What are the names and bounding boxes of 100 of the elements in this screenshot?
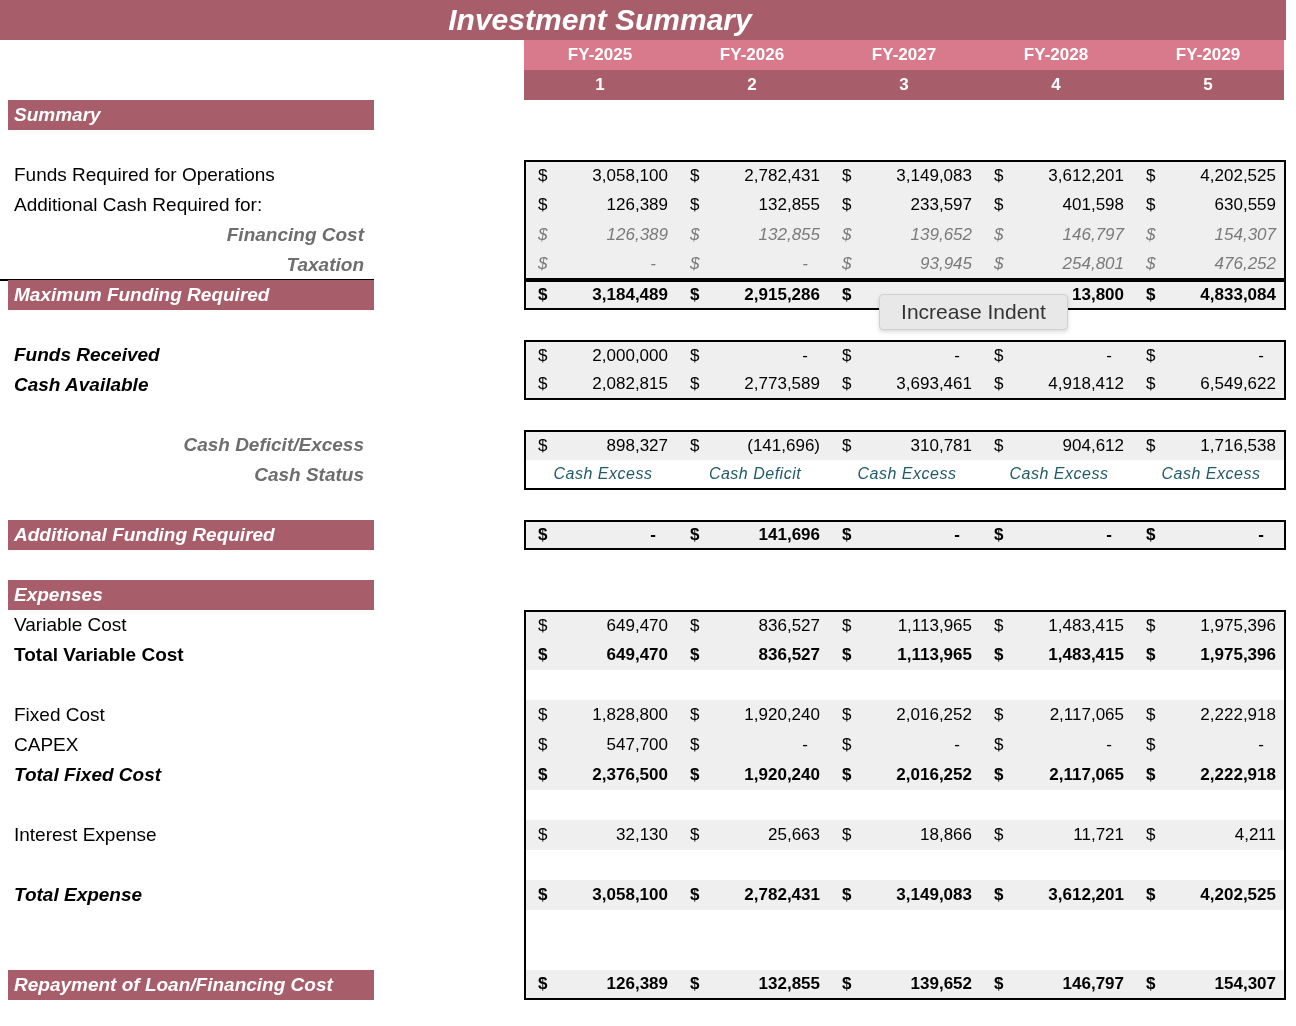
currency-sign: $ (1146, 645, 1156, 665)
amount: 2,117,065 (1049, 765, 1124, 785)
amount: 154,307 (1214, 974, 1276, 994)
currency-sign: $ (994, 735, 1004, 755)
currency-sign: $ (842, 436, 852, 456)
amount: 146,797 (1062, 974, 1124, 994)
cash-status: Cash Excess (1161, 465, 1261, 483)
currency-sign: $ (1146, 525, 1156, 545)
amount: 3,693,461 (896, 374, 972, 394)
amount: 6,549,622 (1200, 374, 1276, 394)
amount: - (1106, 735, 1113, 755)
currency-sign: $ (690, 825, 700, 845)
currency-sign: $ (538, 735, 548, 755)
row-label: Cash Available (13, 373, 150, 397)
amount: 25,663 (768, 825, 820, 845)
currency-sign: $ (538, 825, 548, 845)
currency-sign: $ (690, 254, 700, 274)
currency-sign: $ (690, 436, 700, 456)
row-label: Funds Received (13, 343, 161, 367)
currency-sign: $ (690, 346, 700, 366)
currency-sign: $ (1146, 616, 1156, 636)
row-label: Fixed Cost (13, 703, 106, 727)
amount: 13,800 (1072, 285, 1124, 305)
currency-sign: $ (842, 166, 852, 186)
amount: 126,389 (606, 225, 668, 245)
currency-sign: $ (690, 285, 700, 305)
cash-status: Cash Excess (1009, 465, 1109, 483)
currency-sign: $ (1146, 254, 1156, 274)
currency-sign: $ (1146, 436, 1156, 456)
amount: 4,833,084 (1200, 285, 1276, 305)
amount: 1,113,965 (897, 616, 972, 636)
currency-sign: $ (842, 616, 852, 636)
tooltip: Increase Indent (879, 294, 1068, 330)
currency-sign: $ (994, 436, 1004, 456)
amount: 132,855 (758, 195, 820, 215)
currency-sign: $ (538, 285, 548, 305)
currency-sign: $ (1146, 735, 1156, 755)
amount: (141,696) (747, 436, 820, 456)
currency-sign: $ (842, 645, 852, 665)
amount: 32,130 (616, 825, 668, 845)
currency-sign: $ (842, 974, 852, 994)
amount: - (1106, 525, 1113, 545)
currency-sign: $ (842, 195, 852, 215)
amount: - (954, 525, 961, 545)
cash-status: Cash Excess (857, 465, 957, 483)
currency-sign: $ (994, 616, 1004, 636)
currency-sign: $ (538, 974, 548, 994)
currency-sign: $ (994, 705, 1004, 725)
currency-sign: $ (538, 254, 548, 274)
amount: 1,716,538 (1200, 436, 1276, 456)
currency-sign: $ (538, 705, 548, 725)
currency-sign: $ (538, 195, 548, 215)
amount: 4,202,525 (1200, 166, 1276, 186)
amount: 310,781 (910, 436, 972, 456)
amount: 2,000,000 (592, 346, 668, 366)
currency-sign: $ (994, 374, 1004, 394)
amount: 3,184,489 (592, 285, 668, 305)
amount: 836,527 (758, 616, 820, 636)
currency-sign: $ (842, 285, 852, 305)
amount: 904,612 (1062, 436, 1124, 456)
currency-sign: $ (538, 166, 548, 186)
amount: 3,149,083 (896, 166, 972, 186)
currency-sign: $ (842, 254, 852, 274)
currency-sign: $ (994, 974, 1004, 994)
currency-sign: $ (690, 645, 700, 665)
amount: 141,696 (758, 525, 820, 545)
amount: 4,918,412 (1048, 374, 1124, 394)
currency-sign: $ (538, 436, 548, 456)
amount: 132,855 (758, 974, 820, 994)
amount: 139,652 (910, 225, 972, 245)
amount: - (650, 254, 657, 274)
currency-sign: $ (538, 225, 548, 245)
row-label: Variable Cost (13, 613, 128, 637)
row-label: Cash Deficit/Excess (182, 433, 365, 457)
amount: - (802, 735, 809, 755)
amount: 132,855 (758, 225, 820, 245)
row-label: Total Fixed Cost (13, 763, 163, 787)
currency-sign: $ (1146, 765, 1156, 785)
amount: 3,058,100 (592, 166, 668, 186)
currency-sign: $ (1146, 346, 1156, 366)
amount: 1,975,396 (1200, 645, 1276, 665)
currency-sign: $ (1146, 166, 1156, 186)
currency-sign: $ (690, 166, 700, 186)
amount: 547,700 (606, 735, 668, 755)
currency-sign: $ (994, 525, 1004, 545)
currency-sign: $ (842, 225, 852, 245)
row-label: Interest Expense (13, 823, 158, 847)
currency-sign: $ (1146, 195, 1156, 215)
amount: 146,797 (1062, 225, 1124, 245)
row-label: Total Expense (13, 883, 144, 907)
currency-sign: $ (842, 374, 852, 394)
amount: 2,117,065 (1049, 705, 1124, 725)
currency-sign: $ (842, 825, 852, 845)
currency-sign: $ (842, 765, 852, 785)
currency-sign: $ (690, 974, 700, 994)
amount: 2,782,431 (744, 166, 820, 186)
section-header: Expenses (8, 580, 374, 610)
period-number: 3 (828, 70, 980, 100)
currency-sign: $ (994, 346, 1004, 366)
amount: 139,652 (910, 974, 972, 994)
